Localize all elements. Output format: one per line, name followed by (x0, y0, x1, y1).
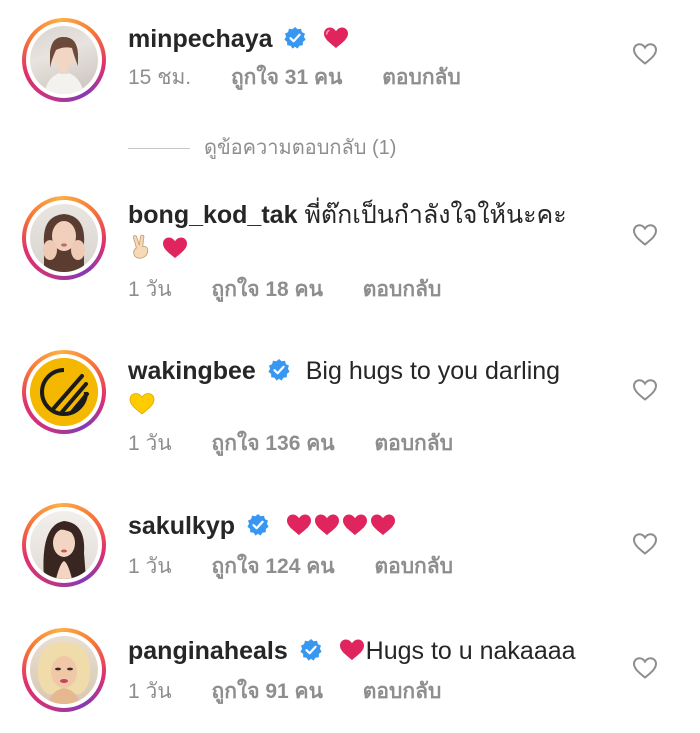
comment-meta: 1 วัน ถูกใจ 18 คน ตอบกลับ (128, 276, 475, 304)
verified-badge-icon (284, 27, 307, 49)
heart-outline-icon[interactable] (632, 378, 658, 402)
likes-count[interactable]: ถูกใจ 18 คน (212, 278, 323, 301)
heart-outline-icon[interactable] (632, 656, 658, 680)
comment-header: minpechaya (128, 22, 350, 56)
reply-button[interactable]: ตอบกลับ (363, 680, 442, 703)
likes-count[interactable]: ถูกใจ 91 คน (212, 680, 323, 703)
view-replies-label: ดูข้อความตอบกลับ (1) (204, 137, 397, 159)
victory-hand-emoji-icon (133, 234, 149, 259)
comment-time: 1 วัน (128, 278, 172, 301)
likes-count[interactable]: ถูกใจ 136 คน (212, 432, 335, 455)
reply-button[interactable]: ตอบกลับ (374, 432, 453, 455)
red-heart-emoji-icon (324, 27, 349, 48)
red-heart-emoji-icon (162, 237, 187, 258)
red-heart-emoji-icon (286, 514, 311, 535)
reply-button[interactable]: ตอบกลับ (382, 66, 461, 89)
comment-header: sakulkyp (128, 509, 397, 543)
comment-meta: 1 วัน ถูกใจ 91 คน ตอบกลับ (128, 678, 475, 706)
comment-emoji-line (128, 388, 156, 422)
reply-button[interactable]: ตอบกลับ (374, 555, 453, 578)
comment-item: panginaheals Hugs to u nakaaaa 1 วัน ถูก… (0, 618, 700, 733)
heart-outline-icon[interactable] (632, 42, 658, 66)
avatar[interactable] (22, 350, 106, 434)
red-heart-emoji-icon (314, 514, 339, 535)
heart-outline-icon[interactable] (632, 223, 658, 247)
comment-item: minpechaya 15 ชม. ถูกใจ 31 คน ตอบกลับ (0, 0, 700, 130)
comment-item: sakulkyp 1 วัน ถูกใจ 124 คน ตอบกลับ (0, 495, 700, 610)
divider (128, 148, 190, 150)
likes-count[interactable]: ถูกใจ 31 คน (231, 66, 342, 89)
avatar[interactable] (22, 628, 106, 712)
comment-item: wakingbee Big hugs to you darling 1 วัน … (0, 340, 700, 490)
view-replies-link[interactable]: ดูข้อความตอบกลับ (1) (128, 134, 396, 162)
username[interactable]: minpechaya (128, 25, 273, 53)
avatar[interactable] (22, 18, 106, 102)
comment-text: Big hugs to you darling (305, 357, 561, 385)
likes-count[interactable]: ถูกใจ 124 คน (212, 555, 335, 578)
comment-item: bong_kod_tak พี่ต๊กเป็นกำลังใจให้นะคะ 1 … (0, 180, 700, 330)
comment-meta: 1 วัน ถูกใจ 136 คน ตอบกลับ (128, 430, 487, 458)
verified-badge-icon (300, 639, 322, 661)
comment-header: wakingbee Big hugs to you darling (128, 354, 560, 388)
reply-button[interactable]: ตอบกลับ (363, 278, 442, 301)
avatar[interactable] (22, 196, 106, 280)
verified-badge-icon (268, 359, 290, 381)
comment-time: 1 วัน (128, 555, 172, 578)
username[interactable]: wakingbee (128, 357, 256, 385)
comment-time: 1 วัน (128, 432, 172, 455)
comment-time: 15 ชม. (128, 66, 192, 89)
red-heart-emoji-icon (342, 514, 367, 535)
comment-header: panginaheals Hugs to u nakaaaa (128, 634, 576, 668)
avatar[interactable] (22, 503, 106, 587)
heart-outline-icon[interactable] (632, 532, 658, 556)
yellow-heart-emoji-icon (129, 393, 155, 415)
username[interactable]: sakulkyp (128, 512, 235, 540)
comment-emoji-line (128, 232, 189, 266)
red-heart-emoji-icon (339, 639, 364, 660)
username[interactable]: bong_kod_tak (128, 201, 297, 229)
comment-text: Hugs to u nakaaaa (365, 637, 576, 665)
verified-badge-icon (247, 514, 269, 536)
comment-meta: 15 ชม. ถูกใจ 31 คน ตอบกลับ (128, 64, 495, 92)
username[interactable]: panginaheals (128, 637, 288, 665)
comment-header: bong_kod_tak พี่ต๊กเป็นกำลังใจให้นะคะ (128, 198, 567, 232)
comment-meta: 1 วัน ถูกใจ 124 คน ตอบกลับ (128, 553, 487, 581)
red-heart-emoji-icon (370, 514, 395, 535)
comment-text: พี่ต๊กเป็นกำลังใจให้นะคะ (304, 201, 567, 229)
comment-time: 1 วัน (128, 680, 172, 703)
